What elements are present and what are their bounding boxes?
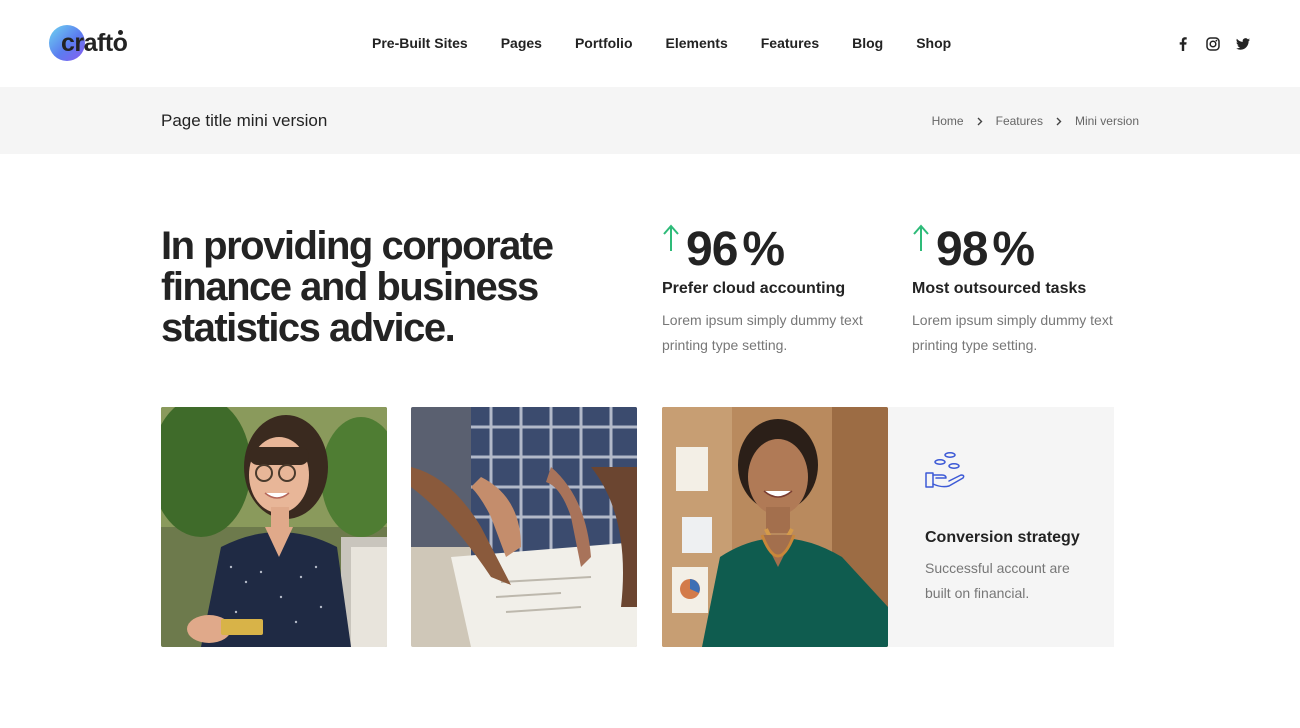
photo-woman-with-card [161, 407, 387, 647]
feature-description: Successful account are built on financia… [925, 560, 1070, 601]
nav-item-shop[interactable]: Shop [916, 35, 951, 51]
nav-item-portfolio[interactable]: Portfolio [575, 35, 633, 51]
stat-cloud-accounting: 96 % Prefer cloud accounting Lorem ipsum… [662, 222, 882, 358]
arrow-up-icon [913, 224, 929, 251]
photo-woman-green-blouse [662, 407, 888, 647]
logo[interactable]: crafto [49, 24, 128, 62]
page-title-bar: Page title mini version Home Features Mi… [0, 87, 1300, 154]
nav-item-pages[interactable]: Pages [501, 35, 542, 51]
nav-item-pre-built-sites[interactable]: Pre-Built Sites [372, 35, 468, 51]
nav-item-elements[interactable]: Elements [666, 35, 728, 51]
stat-unit: % [742, 223, 785, 276]
social-links [1175, 36, 1251, 52]
feature-title: Conversion strategy [925, 529, 1080, 546]
instagram-icon[interactable] [1205, 36, 1221, 52]
photo-hands-document [411, 407, 637, 647]
stat-number: 96 % [662, 222, 882, 278]
breadcrumb: Home Features Mini version [932, 114, 1139, 128]
page-title: Page title mini version [161, 111, 328, 130]
breadcrumb-features[interactable]: Features [996, 114, 1043, 128]
hero-headline: In providing corporate finance and busin… [161, 224, 554, 350]
stat-title: Most outsourced tasks [912, 280, 1087, 297]
site-header: crafto Pre-Built Sites Pages Portfolio E… [0, 0, 1300, 87]
chevron-right-icon [977, 117, 983, 126]
chevron-right-icon [1056, 117, 1062, 126]
stat-value: 96 [686, 223, 738, 276]
stat-title: Prefer cloud accounting [662, 280, 846, 297]
breadcrumb-current: Mini version [1074, 114, 1139, 128]
breadcrumb-home[interactable]: Home [932, 114, 964, 128]
hand-coins-icon [925, 452, 965, 488]
stat-unit: % [992, 223, 1035, 276]
main-nav: Pre-Built Sites Pages Portfolio Elements… [372, 35, 984, 51]
stat-value: 98 [936, 223, 988, 276]
nav-item-features[interactable]: Features [761, 35, 819, 51]
stat-number: 98 % [912, 222, 1132, 278]
twitter-icon[interactable] [1235, 36, 1251, 52]
feature-card: Conversion strategy Successful account a… [888, 407, 1114, 647]
stat-outsourced-tasks: 98 % Most outsourced tasks Lorem ipsum s… [912, 222, 1132, 358]
facebook-icon[interactable] [1175, 36, 1191, 52]
nav-item-blog[interactable]: Blog [852, 35, 883, 51]
stat-description: Lorem ipsum simply dummy text printing t… [912, 312, 1113, 353]
arrow-up-icon [663, 224, 679, 251]
stat-description: Lorem ipsum simply dummy text printing t… [662, 312, 863, 353]
